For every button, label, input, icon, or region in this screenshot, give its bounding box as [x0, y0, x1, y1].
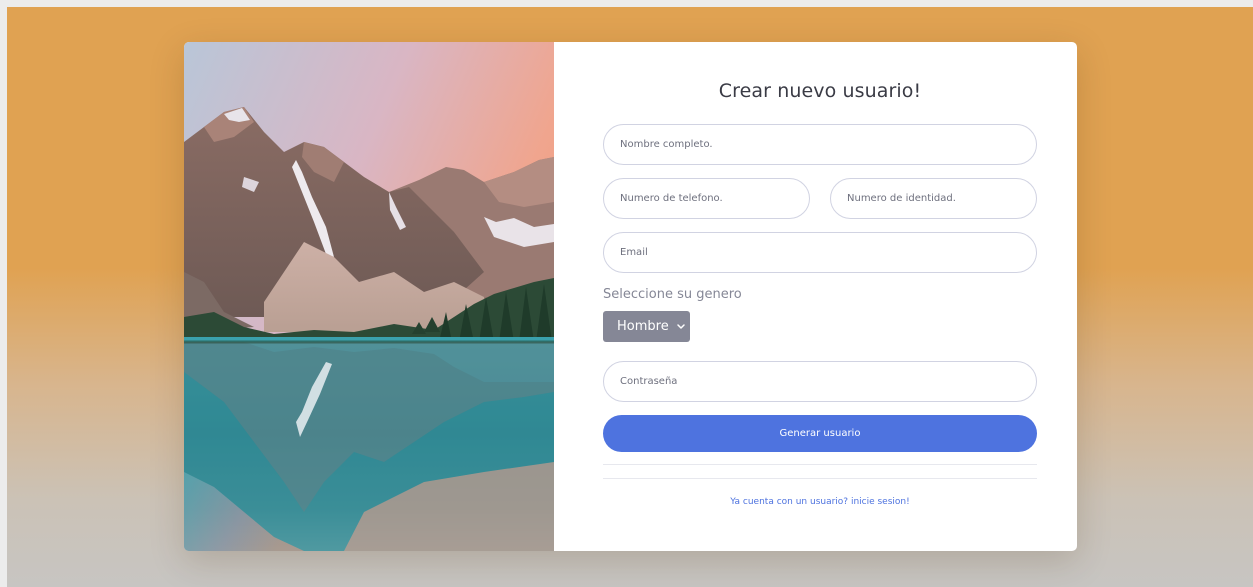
generate-user-button[interactable]: Generar usuario [603, 415, 1037, 452]
register-form: Crear nuevo usuario! Seleccione su gener… [603, 42, 1037, 551]
chevron-down-icon [676, 311, 686, 342]
phone-input[interactable] [603, 178, 810, 219]
page-background: Crear nuevo usuario! Seleccione su gener… [7, 7, 1253, 587]
password-input[interactable] [603, 361, 1037, 402]
email-input[interactable] [603, 232, 1037, 273]
gender-select[interactable]: Hombre [603, 311, 690, 342]
mountain-lake-photo [184, 42, 554, 551]
form-title: Crear nuevo usuario! [718, 80, 922, 102]
identity-number-input[interactable] [830, 178, 1037, 219]
register-card: Crear nuevo usuario! Seleccione su gener… [184, 42, 1077, 551]
gender-select-value: Hombre [617, 319, 669, 334]
login-link[interactable]: Ya cuenta con un usuario? inicie sesion! [603, 497, 1037, 507]
gender-label: Seleccione su genero [603, 287, 742, 302]
divider-bottom [603, 478, 1037, 479]
divider-top [603, 464, 1037, 465]
fullname-input[interactable] [603, 124, 1037, 165]
